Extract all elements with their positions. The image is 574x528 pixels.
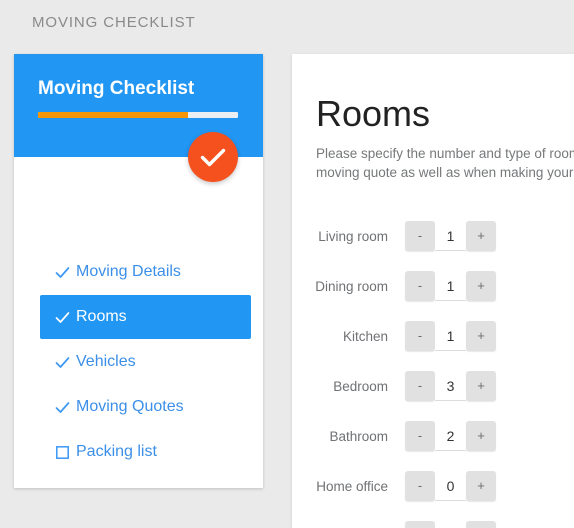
increment-button[interactable]: +: [466, 471, 496, 501]
quantity-input[interactable]: [435, 371, 466, 401]
quantity-input[interactable]: [435, 521, 466, 528]
increment-button[interactable]: +: [466, 421, 496, 451]
room-label: Kitchen: [342, 328, 388, 344]
page-title: Rooms: [316, 93, 431, 134]
room-row: Dining room-+: [292, 261, 574, 311]
room-row: Home office-+: [292, 461, 574, 511]
decrement-button[interactable]: -: [405, 421, 435, 451]
room-row: Living room-+: [292, 211, 574, 261]
sidebar-item-label: Vehicles: [76, 353, 136, 370]
quantity-stepper: -+: [405, 221, 496, 251]
quantity-input[interactable]: [435, 321, 466, 351]
room-row: Kitchen-+: [292, 311, 574, 361]
quantity-stepper: -+: [405, 421, 496, 451]
sidebar-item-summary[interactable]: Summary: [40, 475, 251, 488]
decrement-button[interactable]: -: [405, 521, 435, 528]
room-label: Living room: [318, 228, 388, 244]
quantity-stepper: -+: [405, 521, 496, 528]
sidebar-item-packing-list[interactable]: Packing list: [40, 430, 251, 474]
decrement-button[interactable]: -: [405, 371, 435, 401]
room-row: Bathroom-+: [292, 411, 574, 461]
page-eyebrow: MOVING CHECKLIST: [32, 14, 196, 31]
check-icon: [55, 401, 70, 413]
checkbox-empty-icon: [56, 445, 69, 459]
sidebar-item-moving-quotes[interactable]: Moving Quotes: [40, 385, 251, 429]
quantity-input[interactable]: [435, 271, 466, 301]
check-icon-wrap: [54, 399, 76, 416]
increment-button[interactable]: +: [466, 321, 496, 351]
decrement-button[interactable]: -: [405, 221, 435, 251]
room-label: Home office: [316, 478, 388, 494]
room-row: Bedroom-+: [292, 361, 574, 411]
decrement-button[interactable]: -: [405, 271, 435, 301]
rooms-list: Living room-+Dining room-+Kitchen-+Bedro…: [292, 211, 574, 528]
increment-button[interactable]: +: [466, 271, 496, 301]
room-label: Bedroom: [333, 378, 388, 394]
room-row: -+: [292, 511, 574, 528]
sidebar-title: Moving Checklist: [38, 78, 195, 99]
increment-button[interactable]: +: [466, 221, 496, 251]
quantity-stepper: -+: [405, 271, 496, 301]
check-icon-wrap: [54, 354, 76, 371]
increment-button[interactable]: +: [466, 521, 496, 528]
check-icon-wrap: [54, 309, 76, 326]
page-description: Please specify the number and type of ro…: [316, 146, 574, 180]
rooms-panel: Rooms Please specify the number and type…: [292, 54, 574, 528]
completion-badge[interactable]: [188, 132, 238, 182]
app-root: MOVING CHECKLIST Moving Checklist Moving…: [0, 0, 574, 528]
quantity-input[interactable]: [435, 471, 466, 501]
quantity-input[interactable]: [435, 421, 466, 451]
decrement-button[interactable]: -: [405, 321, 435, 351]
check-icon-wrap: [54, 264, 76, 281]
quantity-stepper: -+: [405, 321, 496, 351]
checklist-sidebar-card: Moving Checklist Moving Details Rooms Vehi…: [14, 54, 263, 488]
sidebar-item-rooms[interactable]: Rooms: [40, 295, 251, 339]
check-icon: [200, 148, 226, 167]
quantity-stepper: -+: [405, 471, 496, 501]
quantity-stepper: -+: [405, 371, 496, 401]
sidebar-item-vehicles[interactable]: Vehicles: [40, 340, 251, 384]
sidebar-item-moving-details[interactable]: Moving Details: [40, 250, 251, 294]
checkbox-empty-icon-wrap: [54, 444, 76, 461]
checklist-nav-list: Moving Details Rooms Vehicles Moving Quotes…: [14, 157, 263, 488]
quantity-input[interactable]: [435, 221, 466, 251]
increment-button[interactable]: +: [466, 371, 496, 401]
sidebar-item-label: Rooms: [76, 308, 127, 325]
room-label: Bathroom: [329, 428, 388, 444]
decrement-button[interactable]: -: [405, 471, 435, 501]
check-icon: [55, 356, 70, 368]
check-icon: [55, 266, 70, 278]
sidebar-item-label: Moving Details: [76, 263, 181, 280]
progress-bar-track: [38, 112, 238, 118]
check-icon: [55, 311, 70, 323]
progress-bar-fill: [38, 112, 188, 118]
sidebar-item-label: Packing list: [76, 443, 157, 460]
room-label: Dining room: [315, 278, 388, 294]
sidebar-item-label: Moving Quotes: [76, 398, 184, 415]
